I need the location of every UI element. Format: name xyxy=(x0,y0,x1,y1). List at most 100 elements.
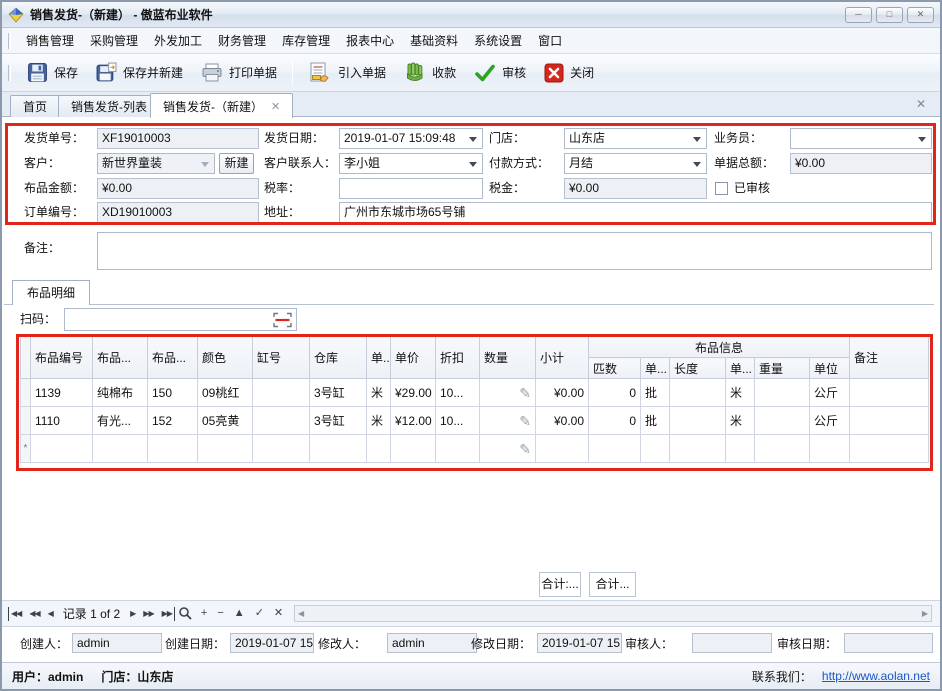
nav-append-icon[interactable]: + xyxy=(196,605,212,622)
cell[interactable] xyxy=(536,435,589,463)
chevron-down-icon[interactable] xyxy=(469,162,477,167)
cell[interactable] xyxy=(670,379,726,407)
nav-next-icon[interactable]: ▶ xyxy=(126,607,139,621)
col-pieces[interactable]: 匹数 xyxy=(589,358,641,379)
menu-outsourcing[interactable]: 外发加工 xyxy=(146,28,210,53)
cell[interactable]: 10... xyxy=(436,379,480,407)
col-fabric-code[interactable]: 布品编号 xyxy=(31,337,93,379)
cell[interactable]: ¥0.00 xyxy=(536,407,589,435)
tab-fabric-detail[interactable]: 布品明细 xyxy=(12,280,90,305)
cell[interactable] xyxy=(93,435,148,463)
cell[interactable] xyxy=(755,407,810,435)
nav-delete-icon[interactable]: − xyxy=(212,605,228,622)
cell[interactable] xyxy=(31,435,93,463)
cell[interactable]: 10... xyxy=(436,407,480,435)
cell[interactable] xyxy=(198,435,253,463)
scroll-right-icon[interactable]: ▶ xyxy=(922,609,928,618)
payment-combo[interactable]: 月结 xyxy=(564,153,707,174)
cell-quantity[interactable]: ✎ xyxy=(480,435,536,463)
horizontal-scrollbar[interactable]: ◀ ▶ xyxy=(294,605,932,622)
audit-button[interactable]: 审核 xyxy=(465,58,535,88)
col-remark[interactable]: 备注 xyxy=(850,337,929,379)
cell[interactable] xyxy=(641,435,670,463)
cell[interactable]: 09桃红 xyxy=(198,379,253,407)
cell[interactable]: 0 xyxy=(589,379,641,407)
menu-finance[interactable]: 财务管理 xyxy=(210,28,274,53)
cell[interactable]: 1110 xyxy=(31,407,93,435)
import-bill-button[interactable]: 引入单据 xyxy=(299,57,395,89)
cell[interactable] xyxy=(436,435,480,463)
cell[interactable] xyxy=(589,435,641,463)
col-length-unit[interactable]: 单... xyxy=(726,358,755,379)
maximize-button[interactable]: □ xyxy=(876,7,903,23)
store-combo[interactable]: 山东店 xyxy=(564,128,707,149)
cell[interactable] xyxy=(253,435,310,463)
minimize-button[interactable]: ─ xyxy=(845,7,872,23)
menu-inventory[interactable]: 库存管理 xyxy=(274,28,338,53)
tabbar-close-icon[interactable]: ✕ xyxy=(916,97,926,111)
cell[interactable]: 米 xyxy=(726,379,755,407)
cell[interactable]: 150 xyxy=(148,379,198,407)
col-unit[interactable]: 单... xyxy=(367,337,391,379)
nav-cancel-icon[interactable]: ✕ xyxy=(269,605,288,622)
nav-prev-icon[interactable]: ◀ xyxy=(44,607,57,621)
nav-next-page-icon[interactable]: ▶▶ xyxy=(139,607,157,621)
cell[interactable] xyxy=(310,435,367,463)
cell[interactable] xyxy=(253,407,310,435)
cell[interactable]: 3号缸 xyxy=(310,407,367,435)
new-customer-button[interactable]: 新建 xyxy=(219,153,254,174)
cell[interactable] xyxy=(850,379,929,407)
cell[interactable]: 米 xyxy=(726,407,755,435)
save-button[interactable]: 保存 xyxy=(18,57,87,88)
cell[interactable] xyxy=(670,435,726,463)
audited-checkbox[interactable] xyxy=(715,182,728,195)
search-icon[interactable] xyxy=(178,606,193,621)
col-subtotal[interactable]: 小计 xyxy=(536,337,589,379)
cell[interactable]: 公斤 xyxy=(810,407,850,435)
col-discount[interactable]: 折扣 xyxy=(436,337,480,379)
cell[interactable]: 3号缸 xyxy=(310,379,367,407)
col-length[interactable]: 长度 xyxy=(670,358,726,379)
cell[interactable]: 152 xyxy=(148,407,198,435)
collect-payment-button[interactable]: 收款 xyxy=(395,57,465,89)
chevron-down-icon[interactable] xyxy=(918,137,926,142)
cell[interactable] xyxy=(148,435,198,463)
contact-combo[interactable]: 李小姐 xyxy=(339,153,483,174)
col-fabric-spec[interactable]: 布品... xyxy=(148,337,198,379)
chevron-down-icon[interactable] xyxy=(201,162,209,167)
cell[interactable]: 纯棉布 xyxy=(93,379,148,407)
scan-input[interactable] xyxy=(64,308,297,331)
cell[interactable]: ¥0.00 xyxy=(536,379,589,407)
cell[interactable]: ¥12.00 xyxy=(391,407,436,435)
cell[interactable]: 米 xyxy=(367,379,391,407)
edit-pencil-icon[interactable]: ✎ xyxy=(519,380,531,406)
save-and-new-button[interactable]: 保存并新建 xyxy=(87,57,192,88)
tab-delivery-list[interactable]: 销售发货-列表 xyxy=(58,95,160,117)
cell[interactable]: 05亮黄 xyxy=(198,407,253,435)
cell[interactable]: 1139 xyxy=(31,379,93,407)
menu-window[interactable]: 窗口 xyxy=(530,28,570,53)
scroll-left-icon[interactable]: ◀ xyxy=(298,609,304,618)
cell[interactable] xyxy=(755,379,810,407)
menu-settings[interactable]: 系统设置 xyxy=(466,28,530,53)
cell[interactable]: 有光... xyxy=(93,407,148,435)
cell-quantity[interactable]: ✎ xyxy=(480,379,536,407)
tax-rate-input[interactable] xyxy=(339,178,483,199)
col-warehouse[interactable]: 仓库 xyxy=(310,337,367,379)
cell[interactable]: 公斤 xyxy=(810,379,850,407)
cell[interactable] xyxy=(367,435,391,463)
ship-date-combo[interactable]: 2019-01-07 15:09:48 xyxy=(339,128,483,149)
col-weight-unit[interactable]: 单位 xyxy=(810,358,850,379)
col-vat-no[interactable]: 缸号 xyxy=(253,337,310,379)
edit-pencil-icon[interactable]: ✎ xyxy=(519,408,531,434)
nav-prev-page-icon[interactable]: ◀◀ xyxy=(25,607,43,621)
cell[interactable] xyxy=(726,435,755,463)
salesman-combo[interactable] xyxy=(790,128,932,149)
close-form-button[interactable]: 关闭 xyxy=(535,58,603,88)
cell[interactable] xyxy=(755,435,810,463)
edit-pencil-icon[interactable]: ✎ xyxy=(519,436,531,462)
col-color[interactable]: 颜色 xyxy=(198,337,253,379)
cell[interactable] xyxy=(670,407,726,435)
remark-input[interactable] xyxy=(97,232,932,270)
col-quantity[interactable]: 数量 xyxy=(480,337,536,379)
